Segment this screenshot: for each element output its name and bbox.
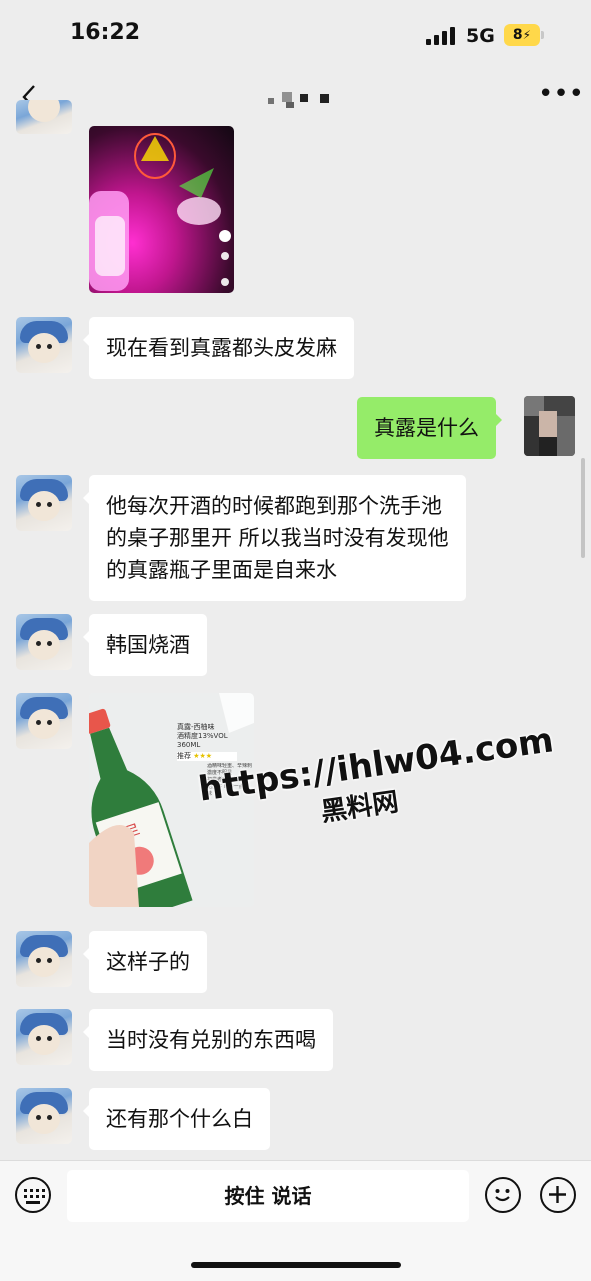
message-bubble[interactable]: 现在看到真露都头皮发麻 [83,317,354,379]
keyboard-icon[interactable] [15,1177,51,1213]
star-icon: ★★★ [193,752,213,760]
message-bubble[interactable]: 这样子的 [83,931,207,993]
message-bubble[interactable]: 他每次开酒的时候都跑到那个洗手池 的桌子那里开 所以我当时没有发现他 的真露瓶子… [83,475,466,601]
home-indicator [191,1262,401,1268]
message-bubble-self[interactable]: 真露是什么 [357,397,502,459]
network-label: 5G [466,25,495,47]
caption-line: 360ML [177,741,201,749]
status-time: 16:22 [70,20,141,45]
more-dots-icon[interactable]: ••• [538,81,584,108]
hold-to-talk-button[interactable]: 按住 说话 [67,1170,469,1222]
caption-line: 真露-西柚味 [177,723,215,731]
contact-avatar[interactable] [16,614,72,670]
battery-icon: 8⚡ [504,24,540,46]
scrollbar[interactable] [581,458,585,558]
contact-avatar[interactable] [16,1009,72,1065]
contact-avatar[interactable] [16,1088,72,1144]
contact-avatar[interactable] [16,317,72,373]
rating-row: 推荐 ★★★ [177,752,237,761]
contact-avatar[interactable] [16,693,72,749]
message-bubble[interactable]: 韩国烧酒 [83,614,207,676]
message-bubble[interactable]: 当时没有兑别的东西喝 [83,1009,333,1071]
message-bubble[interactable]: 还有那个什么白 [83,1088,270,1150]
battery-level: 8 [512,27,523,43]
contact-avatar[interactable] [16,931,72,987]
caption-line: 酒精度13%VOL [177,732,228,740]
emoji-icon[interactable] [485,1177,521,1213]
plus-icon[interactable] [540,1177,576,1213]
contact-avatar[interactable] [16,475,72,531]
video-thumbnail[interactable] [89,126,234,293]
signal-icon [426,27,458,45]
self-avatar[interactable] [524,396,575,456]
bottle-caption: 真露-西柚味 酒精度13%VOL 360ML 推荐 ★★★ [177,723,237,761]
battery-tip [541,31,544,39]
status-bar: 16:22 5G 8⚡ [0,0,591,70]
rating-label: 推荐 [177,752,191,760]
chat-title-redacted [268,90,338,110]
contact-avatar[interactable] [16,100,72,134]
